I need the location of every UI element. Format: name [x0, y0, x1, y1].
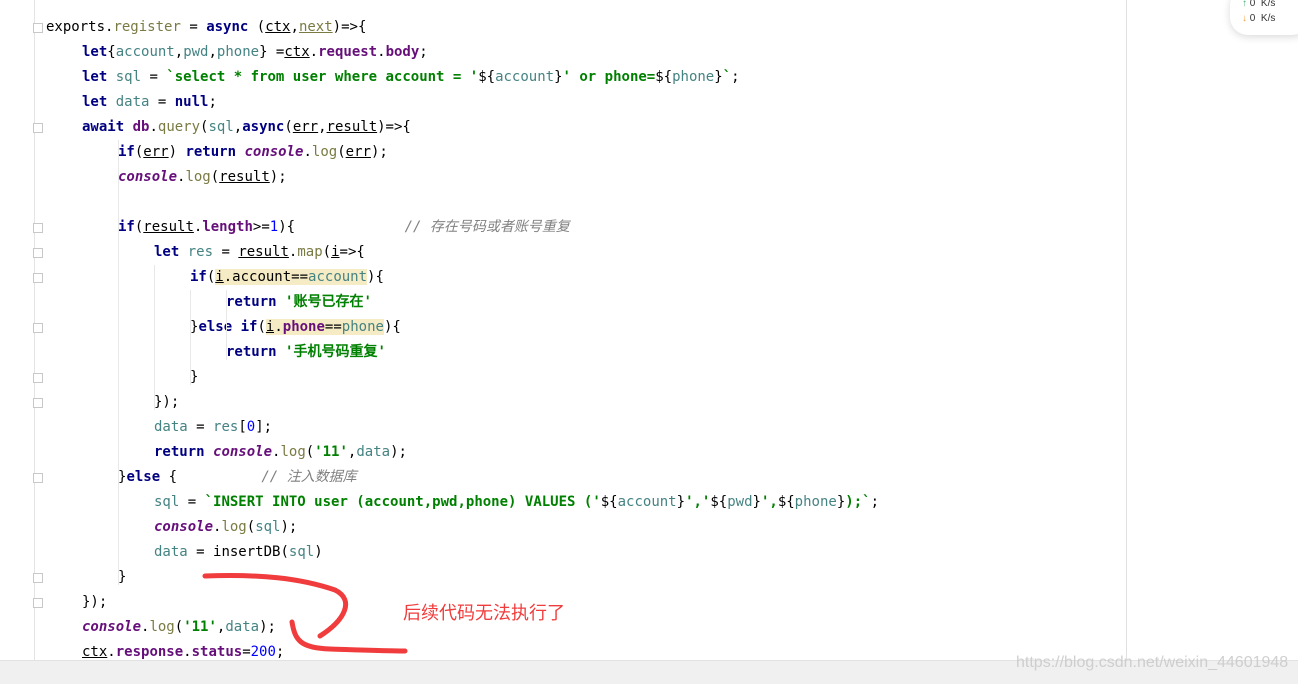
red-arrow-annotation: [202, 573, 408, 654]
download-unit: K/s: [1260, 13, 1276, 24]
download-speed: 0: [1249, 13, 1256, 24]
upload-speed: 0: [1249, 0, 1256, 9]
annotation-text: 后续代码无法执行了: [403, 603, 565, 624]
upload-arrow-icon: ↑: [1242, 0, 1247, 9]
upload-unit: K/s: [1260, 0, 1276, 9]
network-speed-widget: ↑ 0 K/s ↓ 0 K/s: [1230, 0, 1298, 35]
download-arrow-icon: ↓: [1242, 13, 1247, 24]
watermark: https://blog.csdn.net/weixin_44601948: [1016, 654, 1289, 671]
